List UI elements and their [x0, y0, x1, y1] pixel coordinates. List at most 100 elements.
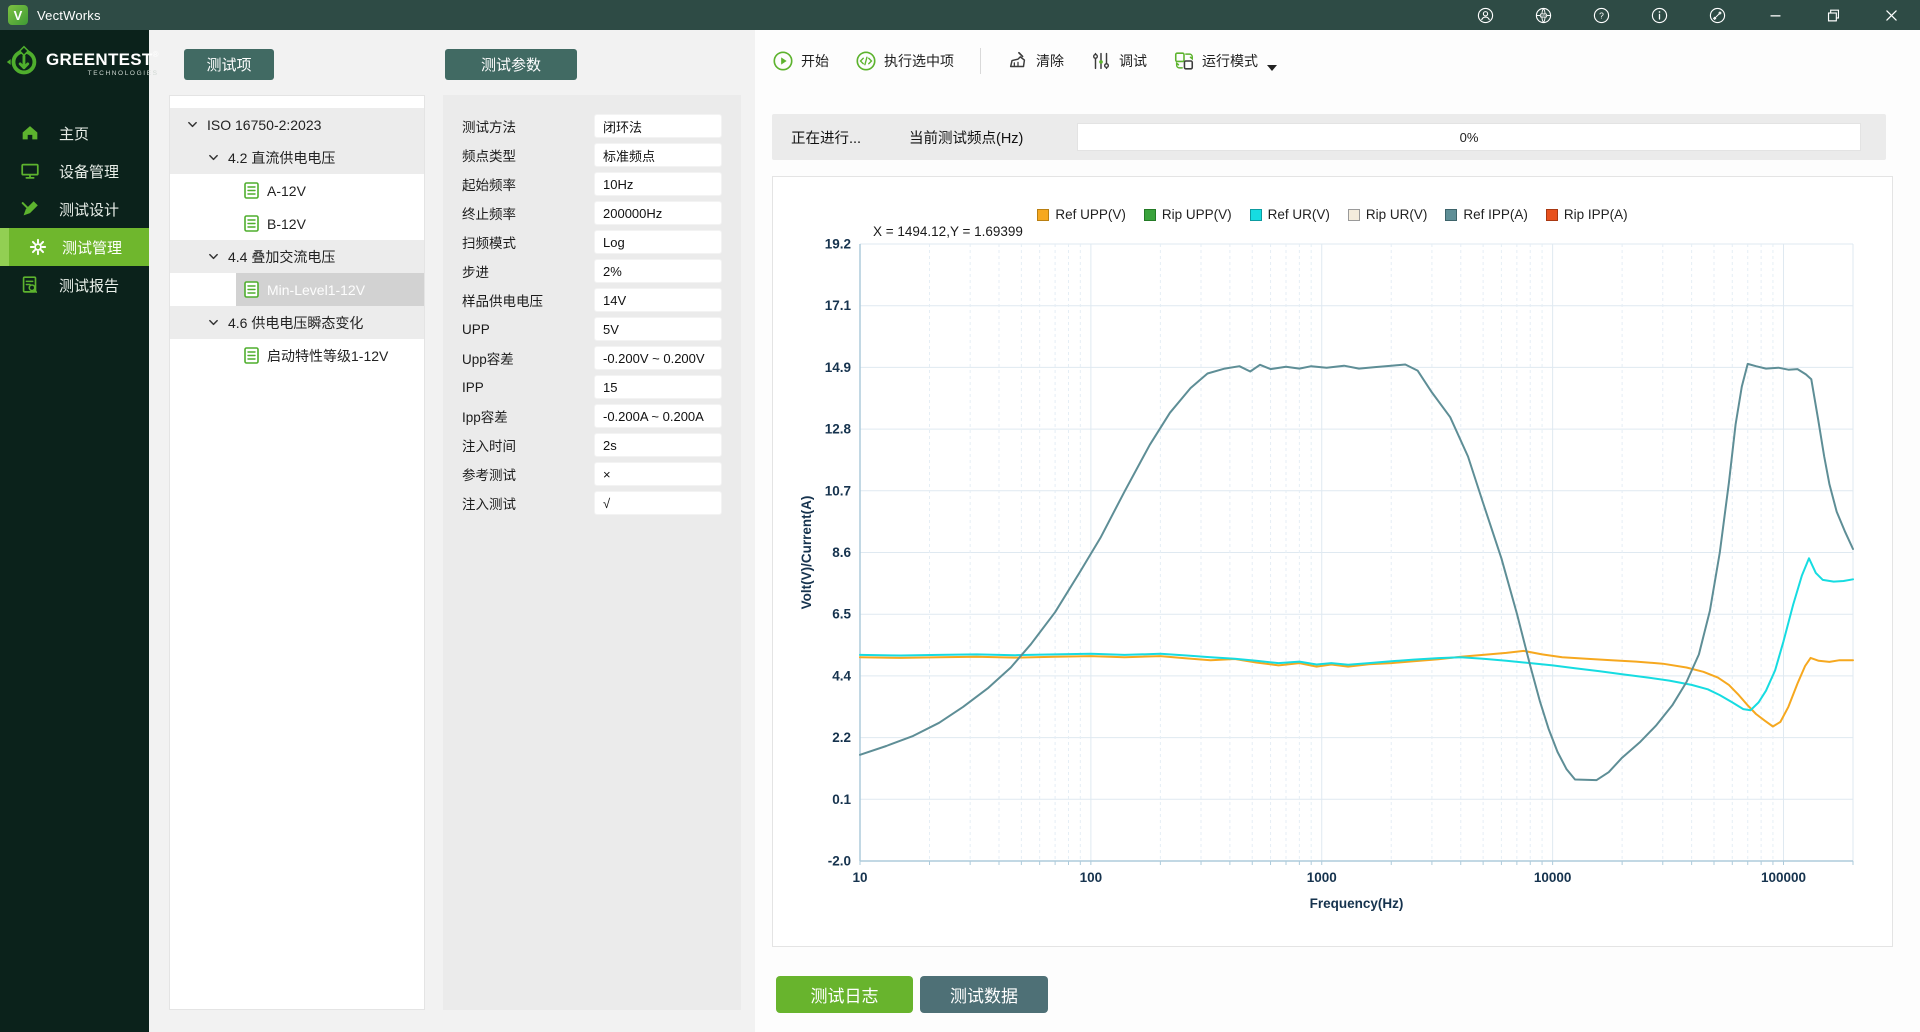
param-input-step[interactable]	[594, 259, 722, 283]
param-input-injection_time[interactable]	[594, 433, 722, 457]
param-row-reference_test: 参考测试	[462, 462, 722, 486]
chevron-down-icon[interactable]	[206, 250, 220, 264]
param-input-reference_test[interactable]	[594, 462, 722, 486]
param-input-ipp[interactable]	[594, 375, 722, 399]
svg-text:6.5: 6.5	[832, 607, 851, 622]
sidebar: GREENTEST® TECHNOLOGIES 主页设备管理测试设计测试管理测试…	[0, 30, 149, 1032]
param-row-ipp: IPP	[462, 375, 722, 399]
maximize-icon[interactable]	[1804, 0, 1862, 30]
toolbar-button-play[interactable]: 开始	[772, 50, 829, 72]
param-label-upp_tolerance: Upp容差	[462, 348, 594, 368]
sidebar-item-report[interactable]: 测试报告	[0, 266, 149, 304]
param-label-ipp_tolerance: Ipp容差	[462, 406, 594, 426]
test-item-tree: ISO 16750-2:20234.2 直流供电电压A-12V B-12V 4.4 …	[169, 95, 425, 1010]
param-input-ipp_tolerance[interactable]	[594, 404, 722, 428]
svg-text:LAN: LAN	[1540, 13, 1546, 17]
greentest-logo-icon	[4, 43, 42, 86]
toolbar-button-code[interactable]: 执行选中项	[855, 50, 954, 72]
minimize-icon[interactable]	[1746, 0, 1804, 30]
param-input-stop_freq[interactable]	[594, 201, 722, 225]
tree-node-label: 4.4 叠加交流电压	[228, 247, 335, 267]
param-row-ipp_tolerance: Ipp容差	[462, 404, 722, 428]
test-parameter-panel: 测试方法频点类型起始频率终止频率扫频模式步进样品供电电压UPPUpp容差IPPI…	[443, 95, 741, 1010]
test-log-button[interactable]: 测试日志	[776, 976, 913, 1013]
svg-text:1000: 1000	[1307, 870, 1337, 885]
tree-panel-header: 测试项	[184, 49, 274, 80]
tree-node-启动特性等级1-12V[interactable]: 启动特性等级1-12V	[170, 339, 424, 372]
sidebar-item-manage[interactable]: 测试管理	[0, 228, 149, 266]
network-icon[interactable]: LAN	[1514, 0, 1572, 30]
test-document-icon	[244, 182, 259, 199]
device-icon	[18, 159, 42, 183]
line-chart[interactable]: 19.217.114.912.810.78.66.54.42.20.1-2.01…	[773, 177, 1892, 946]
param-label-step: 步进	[462, 261, 594, 281]
tree-node-4.6-供电电压瞬态变化[interactable]: 4.6 供电电压瞬态变化	[170, 306, 424, 339]
test-data-button[interactable]: 测试数据	[920, 976, 1048, 1013]
svg-text:0.1: 0.1	[832, 792, 851, 807]
param-input-upp[interactable]	[594, 317, 722, 341]
test-document-icon	[244, 347, 259, 364]
toolbar: 开始 执行选中项 清除 调试 运行模式	[772, 44, 1277, 78]
sidebar-item-design[interactable]: 测试设计	[0, 190, 149, 228]
param-input-injection_test[interactable]	[594, 491, 722, 515]
param-input-sweep_mode[interactable]	[594, 230, 722, 254]
param-row-freq_type: 频点类型	[462, 143, 722, 167]
param-label-ipp: IPP	[462, 380, 594, 395]
param-input-start_freq[interactable]	[594, 172, 722, 196]
chevron-down-icon[interactable]	[206, 151, 220, 165]
progress-percent: 0%	[1078, 124, 1860, 150]
sliders-icon	[1090, 50, 1112, 72]
toolbar-button-sliders[interactable]: 调试	[1090, 50, 1147, 72]
info-icon[interactable]	[1630, 0, 1688, 30]
design-icon	[18, 197, 42, 221]
close-icon[interactable]	[1862, 0, 1920, 30]
svg-text:10.7: 10.7	[825, 483, 851, 498]
tree-node-label: B-12V	[267, 216, 306, 232]
toolbar-button-label: 调试	[1119, 51, 1147, 71]
toolbar-button-label: 清除	[1036, 51, 1064, 71]
help-icon[interactable]: ?	[1572, 0, 1630, 30]
brand-subtitle: TECHNOLOGIES	[46, 71, 159, 78]
tree-node-B-12V[interactable]: B-12V	[170, 207, 424, 240]
param-input-freq_type[interactable]	[594, 143, 722, 167]
user-icon[interactable]	[1456, 0, 1514, 30]
home-icon	[18, 121, 42, 145]
param-input-test_method[interactable]	[594, 114, 722, 138]
runmode-icon	[1173, 50, 1195, 72]
tree-node-4.4-叠加交流电压[interactable]: 4.4 叠加交流电压	[170, 240, 424, 273]
svg-text:?: ?	[1599, 10, 1604, 20]
toolbar-button-runmode[interactable]: 运行模式	[1173, 50, 1277, 72]
tree-node-4.2-直流供电电压[interactable]: 4.2 直流供电电压	[170, 141, 424, 174]
param-row-stop_freq: 终止频率	[462, 201, 722, 225]
param-row-sweep_mode: 扫频模式	[462, 230, 722, 254]
param-row-start_freq: 起始频率	[462, 172, 722, 196]
svg-text:10000: 10000	[1534, 870, 1572, 885]
tree-node-A-12V[interactable]: A-12V	[170, 174, 424, 207]
app-title: VectWorks	[37, 8, 101, 23]
sidebar-menu: 主页设备管理测试设计测试管理测试报告	[0, 114, 149, 304]
sidebar-item-label: 测试设计	[59, 199, 119, 220]
param-input-sample_voltage[interactable]	[594, 288, 722, 312]
tools-icon[interactable]	[1688, 0, 1746, 30]
toolbar-button-broom[interactable]: 清除	[1007, 50, 1064, 72]
svg-text:10: 10	[852, 870, 867, 885]
chevron-down-icon[interactable]	[185, 118, 199, 132]
svg-text:100000: 100000	[1761, 870, 1806, 885]
param-row-step: 步进	[462, 259, 722, 283]
test-document-icon	[244, 281, 259, 298]
svg-text:4.4: 4.4	[832, 668, 851, 683]
param-label-start_freq: 起始频率	[462, 174, 594, 194]
tree-node-ISO-16750-2:2023[interactable]: ISO 16750-2:2023	[170, 108, 424, 141]
chevron-down-icon[interactable]	[206, 316, 220, 330]
sidebar-item-home[interactable]: 主页	[0, 114, 149, 152]
tree-node-Min-Level1-12V[interactable]: Min-Level1-12V	[170, 273, 424, 306]
param-input-upp_tolerance[interactable]	[594, 346, 722, 370]
toolbar-button-label: 运行模式	[1202, 51, 1258, 71]
toolbar-button-label: 开始	[801, 51, 829, 71]
progress-frequency-label: 当前测试频点(Hz)	[909, 127, 1077, 148]
param-label-stop_freq: 终止频率	[462, 203, 594, 223]
param-label-freq_type: 频点类型	[462, 145, 594, 165]
registered-mark: ®	[153, 50, 159, 59]
chart-panel: Ref UPP(V)Rip UPP(V)Ref UR(V)Rip UR(V)Re…	[772, 176, 1893, 947]
sidebar-item-device[interactable]: 设备管理	[0, 152, 149, 190]
